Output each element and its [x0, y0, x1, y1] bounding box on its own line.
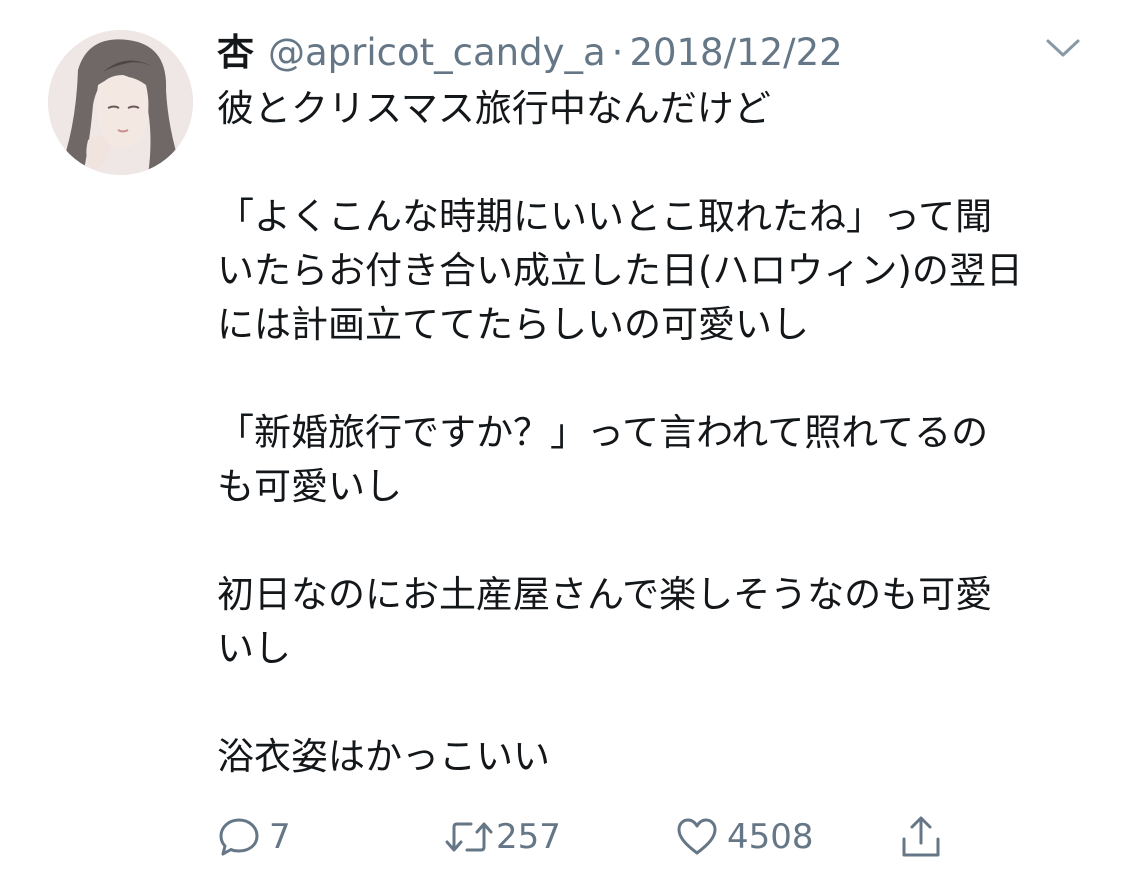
retweet-count: 257: [496, 817, 561, 857]
tweet-line: 彼とクリスマス旅行中なんだけど: [217, 87, 771, 130]
tweet-card: 杏 @apricot_candy_a · 2018/12/22 彼とクリスマス旅…: [0, 0, 1125, 872]
like-button[interactable]: 4508: [675, 812, 814, 862]
retweet-arrows-icon: [444, 815, 493, 859]
tweet-line: も可愛いし: [217, 465, 402, 508]
tweet-line: いたらお付き合い成立した日(ハロウィン)の翌日: [217, 249, 1023, 292]
heart-icon: [675, 815, 719, 859]
tweet-header: 杏 @apricot_candy_a · 2018/12/22: [217, 22, 843, 74]
tweet-line: 「よくこんな時期にいいとこ取れたね」って聞: [217, 195, 993, 238]
display-name[interactable]: 杏: [217, 22, 254, 76]
share-upload-icon: [899, 815, 943, 859]
tweet-text: 彼とクリスマス旅行中なんだけど 「よくこんな時期にいいとこ取れたね」って聞 いた…: [217, 82, 1077, 784]
share-button[interactable]: [899, 812, 943, 862]
tweet-line: 初日なのにお土産屋さんで楽しそうなのも可愛: [217, 573, 993, 616]
action-bar: 7 257 4508: [217, 812, 977, 862]
tweet-line: 「新婚旅行ですか？」って言われて照れてるの: [217, 411, 989, 454]
reply-button[interactable]: 7: [217, 812, 291, 862]
reply-count: 7: [269, 817, 291, 857]
user-handle[interactable]: @apricot_candy_a: [268, 31, 606, 74]
avatar[interactable]: [48, 30, 193, 175]
separator-dot: ·: [611, 31, 624, 74]
tweet-date[interactable]: 2018/12/22: [629, 31, 842, 74]
like-count: 4508: [727, 817, 814, 857]
tweet-line: いし: [217, 627, 291, 670]
chevron-down-icon[interactable]: [1044, 36, 1082, 60]
tweet-line: には計画立ててたらしいの可愛いし: [217, 303, 809, 346]
retweet-button[interactable]: 257: [444, 812, 561, 862]
tweet-line: 浴衣姿はかっこいい: [217, 735, 550, 778]
speech-bubble-icon: [217, 815, 261, 859]
